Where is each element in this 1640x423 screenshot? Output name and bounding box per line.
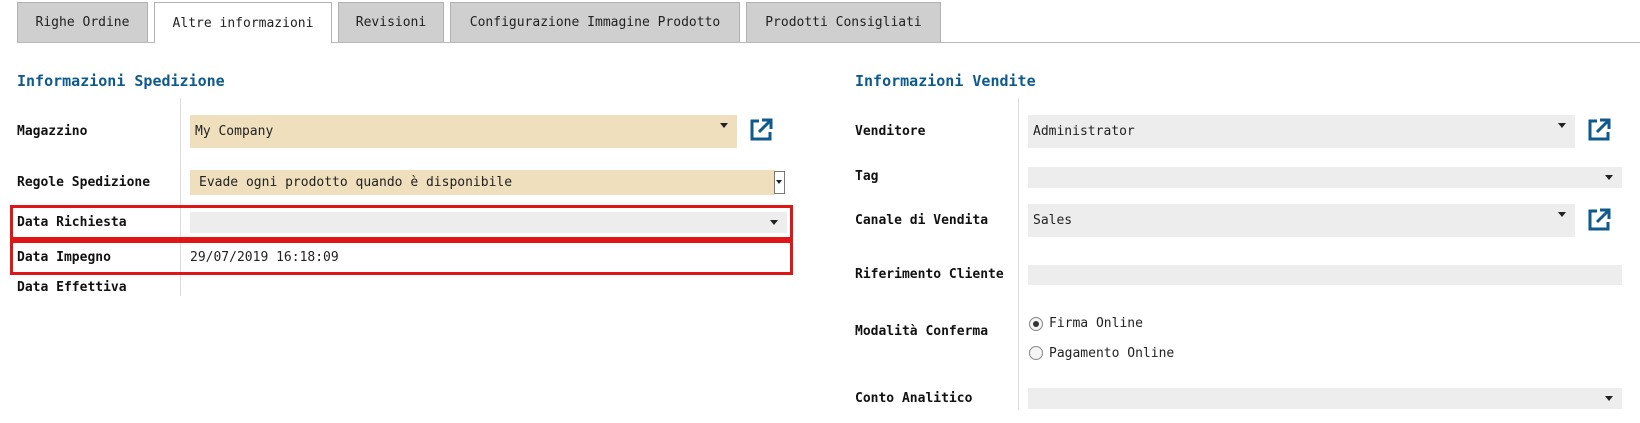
chevron-down-icon bbox=[1558, 212, 1566, 217]
canale-di-vendita-select[interactable]: Sales bbox=[1028, 204, 1575, 237]
pagamento-online-label: Pagamento Online bbox=[1049, 346, 1175, 361]
tag-label: Tag bbox=[855, 169, 879, 184]
chevron-down-icon bbox=[720, 123, 728, 128]
chevron-down-icon bbox=[770, 220, 778, 225]
external-link-icon[interactable] bbox=[748, 117, 774, 143]
riferimento-cliente-label: Riferimento Cliente bbox=[855, 267, 1004, 282]
pagamento-online-radio[interactable] bbox=[1029, 346, 1043, 360]
canale-di-vendita-label: Canale di Vendita bbox=[855, 213, 989, 228]
firma-online-label: Firma Online bbox=[1049, 316, 1143, 331]
firma-online-radio[interactable] bbox=[1029, 317, 1043, 331]
data-richiesta-label: Data Richiesta bbox=[17, 215, 127, 230]
tag-select[interactable] bbox=[1028, 167, 1622, 188]
sales-section-title: Informazioni Vendite bbox=[855, 72, 1036, 90]
chevron-down-icon bbox=[1605, 175, 1613, 180]
tab-righe-ordine[interactable]: Righe Ordine bbox=[17, 2, 148, 42]
external-link-icon[interactable] bbox=[1586, 207, 1612, 233]
regole-spedizione-select[interactable]: Evade ogni prodotto quando è disponibile bbox=[190, 170, 775, 195]
sales-column-divider bbox=[1018, 98, 1019, 410]
tab-prodotti-consigliati[interactable]: Prodotti Consigliati bbox=[746, 2, 941, 42]
chevron-down-icon bbox=[1558, 123, 1566, 128]
venditore-label: Venditore bbox=[855, 124, 926, 139]
tab-altre-informazioni[interactable]: Altre informazioni bbox=[154, 2, 332, 43]
magazzino-label: Magazzino bbox=[17, 124, 88, 139]
data-effettiva-label: Data Effettiva bbox=[17, 280, 127, 295]
chevron-down-icon bbox=[1605, 396, 1613, 401]
conto-analitico-select[interactable] bbox=[1028, 388, 1622, 409]
regole-spedizione-label: Regole Spedizione bbox=[17, 175, 151, 190]
modalita-conferma-label: Modalità Conferma bbox=[855, 324, 989, 339]
canale-di-vendita-value: Sales bbox=[1033, 213, 1073, 228]
venditore-select[interactable]: Administrator bbox=[1028, 115, 1575, 148]
riferimento-cliente-input[interactable] bbox=[1028, 265, 1622, 285]
data-impegno-value: 29/07/2019 16:18:09 bbox=[190, 250, 339, 265]
magazzino-value: My Company bbox=[195, 124, 274, 139]
shipping-column-divider bbox=[180, 98, 181, 296]
regole-spedizione-value: Evade ogni prodotto quando è disponibile bbox=[199, 175, 513, 190]
external-link-icon[interactable] bbox=[1586, 117, 1612, 143]
regole-spedizione-dropdown-button[interactable] bbox=[774, 171, 785, 194]
magazzino-select[interactable]: My Company bbox=[190, 115, 737, 148]
tab-configurazione-immagine-prodotto[interactable]: Configurazione Immagine Prodotto bbox=[450, 2, 740, 42]
highlight-data-impegno bbox=[10, 240, 793, 275]
venditore-value: Administrator bbox=[1033, 124, 1135, 139]
data-richiesta-field[interactable] bbox=[190, 212, 787, 233]
shipping-section-title: Informazioni Spedizione bbox=[17, 72, 225, 90]
tab-revisioni[interactable]: Revisioni bbox=[338, 2, 444, 42]
conto-analitico-label: Conto Analitico bbox=[855, 391, 973, 406]
data-impegno-label: Data Impegno bbox=[17, 250, 111, 265]
chevron-down-icon bbox=[776, 180, 782, 184]
